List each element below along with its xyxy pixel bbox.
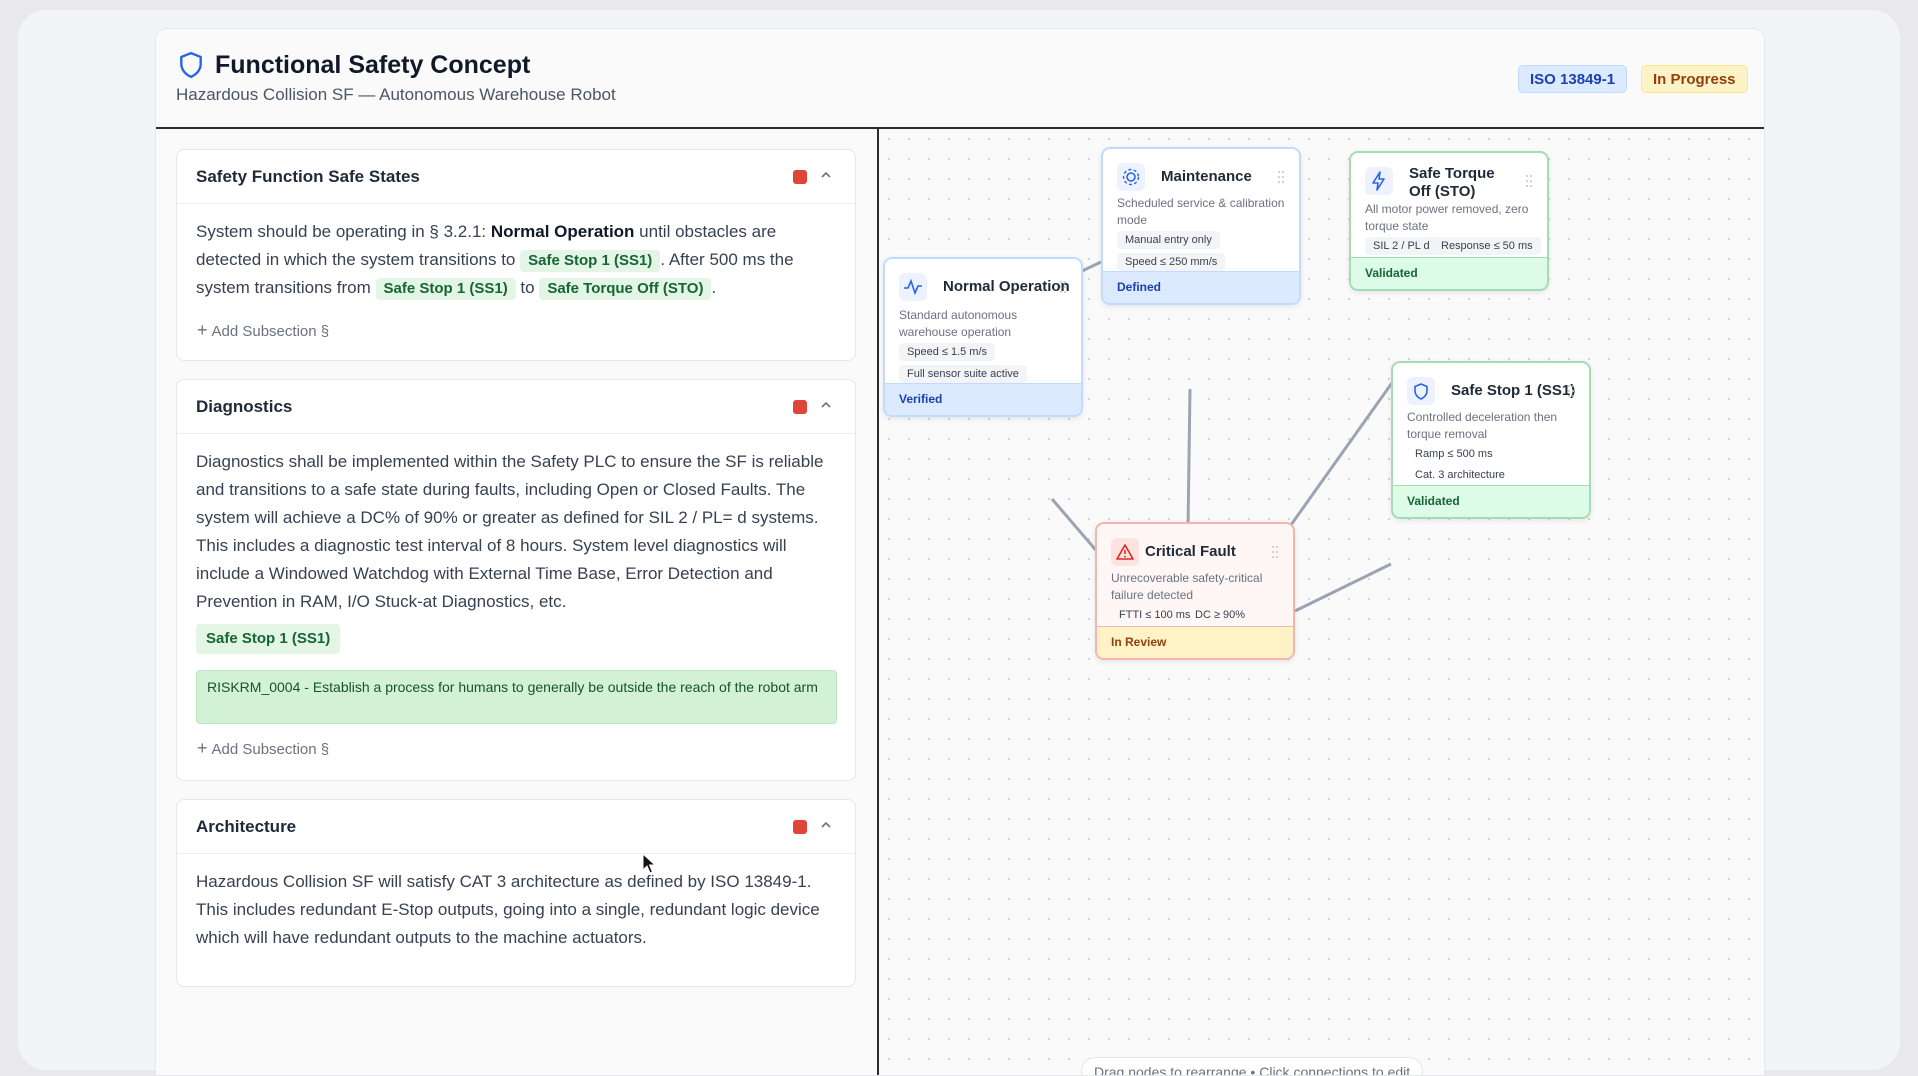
state-diagram-canvas[interactable]: Normal Operation Standard autonomous war… — [879, 129, 1764, 1075]
node-chip: Speed ≤ 250 mm/s — [1117, 253, 1226, 271]
node-safe-torque-off[interactable]: Safe Torque Off (STO) All motor power re… — [1349, 151, 1549, 291]
section-safe-states: Safety Function Safe States System shoul… — [176, 149, 856, 361]
state-tag-ss1[interactable]: Safe Stop 1 (SS1) — [375, 278, 516, 300]
plus-icon: + — [197, 320, 208, 340]
body-text: System should be operating in § 3.2.1: — [196, 222, 491, 241]
canvas-hint: Drag nodes to rearrange • Click connecti… — [1081, 1057, 1424, 1075]
chevron-up-icon[interactable] — [819, 168, 833, 182]
state-tag-ss1[interactable]: Safe Stop 1 (SS1) — [196, 624, 341, 654]
warning-icon — [1111, 538, 1139, 566]
edge-normal-maintenance[interactable] — [1081, 260, 1102, 273]
node-normal-operation[interactable]: Normal Operation Standard autonomous war… — [883, 257, 1083, 417]
section-title: Architecture — [196, 817, 297, 836]
body-text: . — [711, 278, 717, 297]
lightning-icon — [1365, 167, 1393, 195]
node-description: Controlled deceleration then torque remo… — [1407, 410, 1558, 441]
add-subsection-button[interactable]: + Add Subsection § — [197, 320, 329, 341]
section-body: Hazardous Collision SF will satisfy CAT … — [196, 872, 820, 947]
mouse-cursor-icon — [642, 853, 656, 874]
node-status: Validated — [1351, 257, 1547, 289]
section-header[interactable]: Architecture — [177, 800, 855, 854]
drag-handle-icon[interactable] — [1277, 170, 1285, 184]
status-dot — [793, 820, 807, 834]
node-title: Safe Stop 1 (SS1) — [1451, 382, 1576, 399]
page-header: Functional Safety Concept Hazardous Coll… — [156, 29, 1764, 129]
node-chip: Speed ≤ 1.5 m/s — [899, 343, 996, 361]
section-architecture: Architecture Hazardous Collision SF will… — [176, 799, 856, 987]
node-chip: SIL 2 / PL d — [1365, 237, 1438, 255]
add-subsection-label: Add Subsection § — [211, 323, 330, 340]
status-dot — [793, 400, 807, 414]
page-title: Functional Safety Concept — [215, 51, 531, 79]
section-header[interactable]: Diagnostics — [177, 380, 855, 434]
node-chip: Response ≤ 50 ms — [1433, 237, 1541, 255]
node-chip: Manual entry only — [1117, 231, 1220, 249]
node-description: Standard autonomous warehouse operation — [899, 308, 1018, 339]
drag-handle-icon[interactable] — [1525, 174, 1533, 188]
section-body: System should be operating in § 3.2.1: N… — [177, 204, 855, 302]
node-maintenance[interactable]: Maintenance Scheduled service & calibrat… — [1101, 147, 1301, 305]
chevron-up-icon[interactable] — [819, 818, 833, 832]
drag-handle-icon[interactable] — [1059, 280, 1067, 294]
page-subtitle: Hazardous Collision SF — Autonomous Ware… — [176, 85, 616, 104]
node-description: Unrecoverable safety-critical failure de… — [1111, 571, 1263, 602]
gear-icon — [1117, 163, 1145, 191]
section-diagnostics: Diagnostics Diagnostics shall be impleme… — [176, 379, 856, 781]
node-chip: FTTI ≤ 100 ms — [1119, 609, 1191, 621]
add-subsection-button[interactable]: + Add Subsection § — [197, 738, 329, 759]
state-tag-ss1[interactable]: Safe Stop 1 (SS1) — [520, 250, 661, 272]
node-title: Maintenance — [1161, 168, 1252, 185]
node-chip: Ramp ≤ 500 ms — [1415, 448, 1493, 460]
shield-icon — [1407, 377, 1435, 405]
node-safe-stop-1[interactable]: Safe Stop 1 (SS1) Controlled deceleratio… — [1391, 361, 1591, 519]
node-title: Critical Fault — [1145, 543, 1236, 560]
section-header[interactable]: Safety Function Safe States — [177, 150, 855, 204]
app-window: Functional Safety Concept Hazardous Coll… — [155, 28, 1765, 1076]
sections-panel: Safety Function Safe States System shoul… — [156, 129, 879, 1075]
drag-handle-icon[interactable] — [1567, 384, 1575, 398]
node-chip: Full sensor suite active — [899, 365, 1027, 383]
node-title: Safe Torque Off (STO) — [1409, 165, 1495, 200]
risk-reference[interactable]: RISKRM_0004 - Establish a process for hu… — [196, 670, 837, 724]
node-status: Validated — [1393, 485, 1589, 517]
node-title: Normal Operation — [943, 278, 1070, 295]
body-text: to — [515, 278, 540, 297]
node-description: Scheduled service & calibration mode — [1117, 196, 1285, 227]
state-link-normal[interactable]: Normal Operation — [491, 222, 635, 241]
node-status: Verified — [885, 383, 1081, 415]
plus-icon: + — [197, 738, 208, 758]
standard-badge: ISO 13849-1 — [1518, 65, 1628, 93]
section-body: Diagnostics shall be implemented within … — [196, 452, 824, 611]
node-status: Defined — [1103, 271, 1299, 303]
drag-handle-icon[interactable] — [1271, 545, 1279, 559]
node-chip: DC ≥ 90% — [1195, 609, 1246, 621]
node-chip: Cat. 3 architecture — [1415, 469, 1505, 481]
activity-icon — [899, 273, 927, 301]
status-dot — [793, 170, 807, 184]
edge-ss1-fault[interactable] — [1294, 562, 1392, 613]
shield-icon — [180, 51, 202, 79]
status-badge: In Progress — [1641, 65, 1748, 93]
section-title: Safety Function Safe States — [196, 167, 420, 186]
section-title: Diagnostics — [196, 397, 293, 416]
node-critical-fault[interactable]: Critical Fault Unrecoverable safety-crit… — [1095, 522, 1295, 660]
chevron-up-icon[interactable] — [819, 398, 833, 412]
node-description: All motor power removed, zero torque sta… — [1365, 202, 1529, 233]
node-status: In Review — [1097, 626, 1293, 658]
add-subsection-label: Add Subsection § — [211, 741, 330, 758]
state-tag-sto[interactable]: Safe Torque Off (STO) — [539, 278, 712, 300]
